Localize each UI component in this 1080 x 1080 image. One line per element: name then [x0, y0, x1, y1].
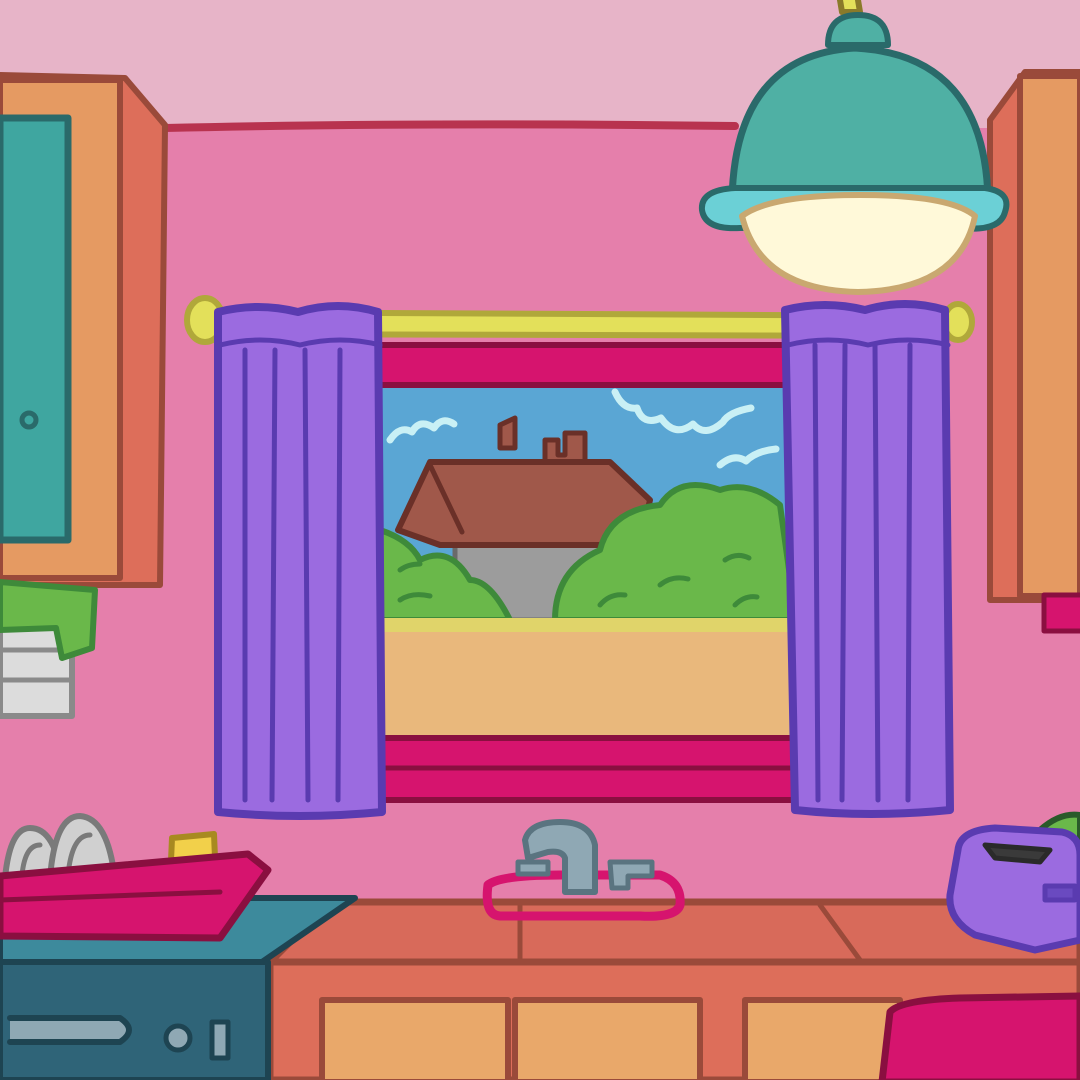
dish-towel[interactable]: [878, 992, 1080, 1080]
right-wall-shelf: [1041, 592, 1080, 634]
window: [375, 342, 799, 803]
wall-top-line: [161, 120, 739, 132]
stove-knob-icon[interactable]: [163, 1023, 193, 1053]
left-curtain[interactable]: [214, 302, 386, 820]
lawn-strip: [378, 618, 794, 634]
stove-knob-icon[interactable]: [209, 1019, 231, 1061]
left-upper-cabinet[interactable]: [0, 72, 168, 588]
faucet-handle[interactable]: [515, 859, 551, 877]
lower-cabinet-door[interactable]: [742, 997, 903, 1080]
toaster-slot: [982, 842, 1053, 865]
kitchen-illustration: [0, 0, 1080, 1080]
kitchen-scene: [0, 0, 1080, 1080]
toaster[interactable]: [946, 811, 1080, 954]
toaster-lever[interactable]: [1042, 883, 1078, 903]
left-cabinet-door[interactable]: [0, 114, 72, 544]
house-chimney-small: [497, 415, 518, 451]
lower-cabinet-door[interactable]: [512, 997, 703, 1080]
window-sill: [378, 632, 794, 742]
cabinet-knob-icon: [19, 410, 39, 430]
stove-handle[interactable]: [7, 1015, 132, 1045]
right-upper-cabinet[interactable]: [987, 69, 1080, 603]
lower-cabinet-door[interactable]: [319, 997, 511, 1080]
window-frame-top: [375, 342, 799, 388]
right-curtain[interactable]: [781, 300, 954, 818]
